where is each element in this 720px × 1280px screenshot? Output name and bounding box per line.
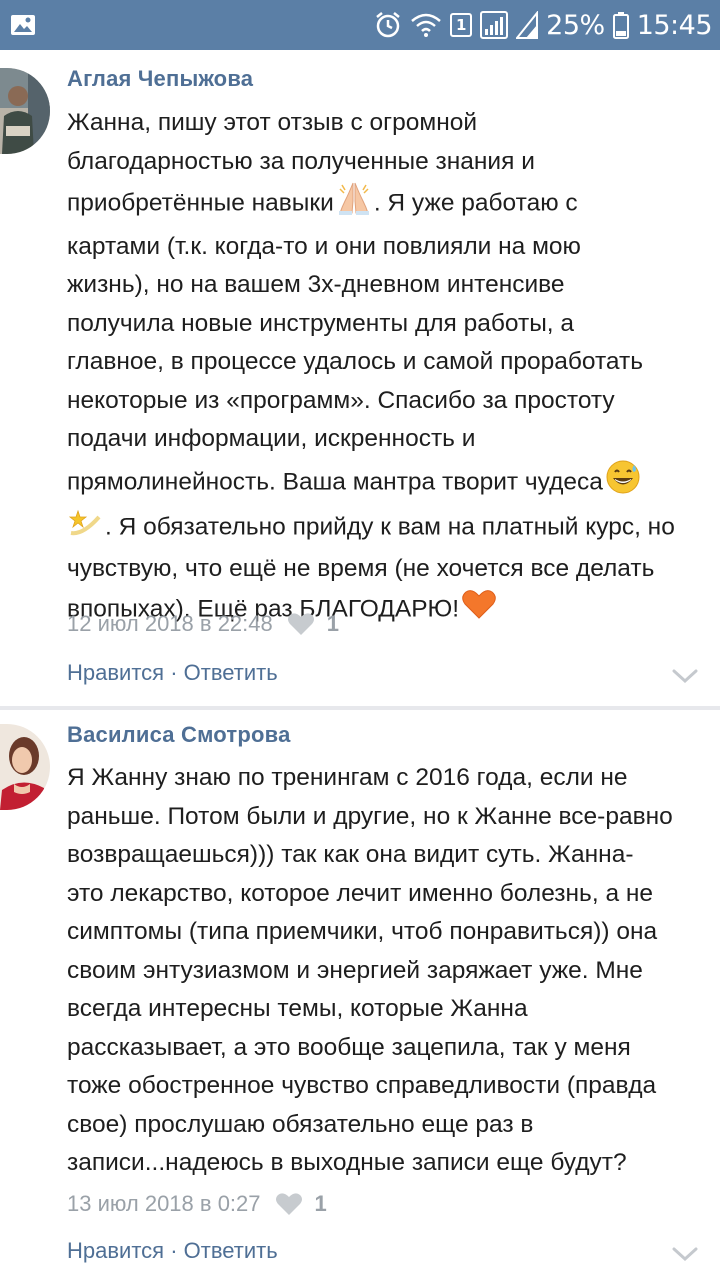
comment-line: Жанна, пишу этот отзыв с огромной: [67, 109, 478, 136]
comment-date[interactable]: 13 июл 2018 в 0:27: [67, 1191, 261, 1217]
comment-line: картами (т.к. когда-то и они повлияли на…: [67, 232, 581, 260]
comment-line: рассказывает, а это вообще зацепила, так…: [67, 1033, 631, 1061]
comment-line: своим энтузиазмом и энергией заряжает уж…: [67, 956, 643, 984]
comment-line: благодарностью за полученные знания и: [67, 147, 535, 175]
reply-button[interactable]: Ответить: [184, 660, 278, 685]
divider: [0, 706, 720, 710]
separator: ·: [164, 1238, 184, 1263]
alarm-icon: [376, 12, 400, 38]
comment-text: Я Жанну знаю по тренингам с 2016 года, е…: [67, 759, 715, 1183]
comment-line: возвращаешься))) так как она видит суть.…: [67, 841, 634, 868]
comment-author[interactable]: Василиса Смотрова: [67, 722, 291, 748]
like-button[interactable]: Нравится: [67, 660, 164, 685]
like-count: 1: [314, 1191, 327, 1216]
signal-icon: [480, 11, 509, 39]
comment-line: получила новые инструменты для работы, а: [67, 309, 575, 337]
comment-author[interactable]: Аглая Чепыжова: [67, 66, 253, 92]
chevron-down-icon[interactable]: [672, 668, 698, 684]
heart-icon[interactable]: [275, 1192, 303, 1216]
orange-heart-emoji: [461, 588, 497, 633]
wifi-icon: [411, 13, 441, 37]
comment-line: Я Жанну знаю по тренингам с 2016 года, е…: [67, 764, 628, 791]
comment-date[interactable]: 12 июл 2018 в 22:48: [67, 611, 273, 637]
status-bar: 1 25% 15:45: [0, 0, 720, 50]
comment-line: прямолинейность. Ваша мантра творит чуде…: [67, 459, 715, 508]
like-button[interactable]: Нравится: [67, 1238, 164, 1263]
avatar[interactable]: [0, 68, 50, 154]
comment-line: это лекарство, которое лечит именно боле…: [67, 879, 654, 907]
like-count: 1: [326, 611, 339, 636]
avatar[interactable]: [0, 724, 50, 810]
comment-line: чувствую, что ещё не время (не хочется в…: [67, 554, 655, 582]
comment-line: . Я обязательно прийду к вам на платный …: [67, 507, 715, 550]
gallery-icon: [11, 15, 35, 35]
comment-line: главное, в процессе удалось и самой прор…: [67, 348, 644, 375]
battery-icon: [612, 12, 629, 39]
clock: 15:45: [636, 9, 713, 41]
dizzy-emoji: [68, 507, 103, 550]
comment-line: подачи информации, искренность и: [67, 425, 476, 452]
comment-text: Жанна, пишу этот отзыв с огромной благод…: [67, 104, 715, 633]
comment-line: некоторые из «программ». Спасибо за прос…: [67, 386, 615, 414]
comment-actions: Нравится · Ответить: [67, 1238, 278, 1264]
comment-meta: 13 июл 2018 в 0:27 1: [67, 1191, 327, 1217]
comment-line: приобретённые навыки. Я уже работаю с: [67, 181, 715, 228]
grinning-sweat-emoji: [605, 459, 641, 508]
comment-line: раньше. Потом были и другие, но к Жанне …: [67, 802, 673, 830]
comment-line: всегда интересны темы, которые Жанна: [67, 995, 528, 1022]
comment-actions: Нравится · Ответить: [67, 660, 278, 686]
comment-line: жизнь), но на вашем 3х-дневном интенсиве: [67, 271, 565, 298]
comment-line: записи...надеюсь в выходные записи еще б…: [67, 1149, 627, 1176]
battery-percentage: 25%: [546, 9, 605, 41]
chevron-down-icon[interactable]: [672, 1246, 698, 1262]
comment-meta: 12 июл 2018 в 22:48 1: [67, 611, 339, 637]
separator: ·: [164, 660, 184, 685]
signal-icon: [516, 11, 539, 39]
comment-line: тоже обостренное чувство справедливости …: [67, 1072, 657, 1099]
comment-line: свое) прослушаю обязательно еще раз в: [67, 1110, 534, 1138]
sim-badge: 1: [450, 13, 473, 37]
praying-hands-emoji: [336, 181, 372, 228]
comment-line: симптомы (типа приемчики, чтоб понравить…: [67, 918, 658, 945]
reply-button[interactable]: Ответить: [184, 1238, 278, 1263]
heart-icon[interactable]: [287, 612, 315, 636]
